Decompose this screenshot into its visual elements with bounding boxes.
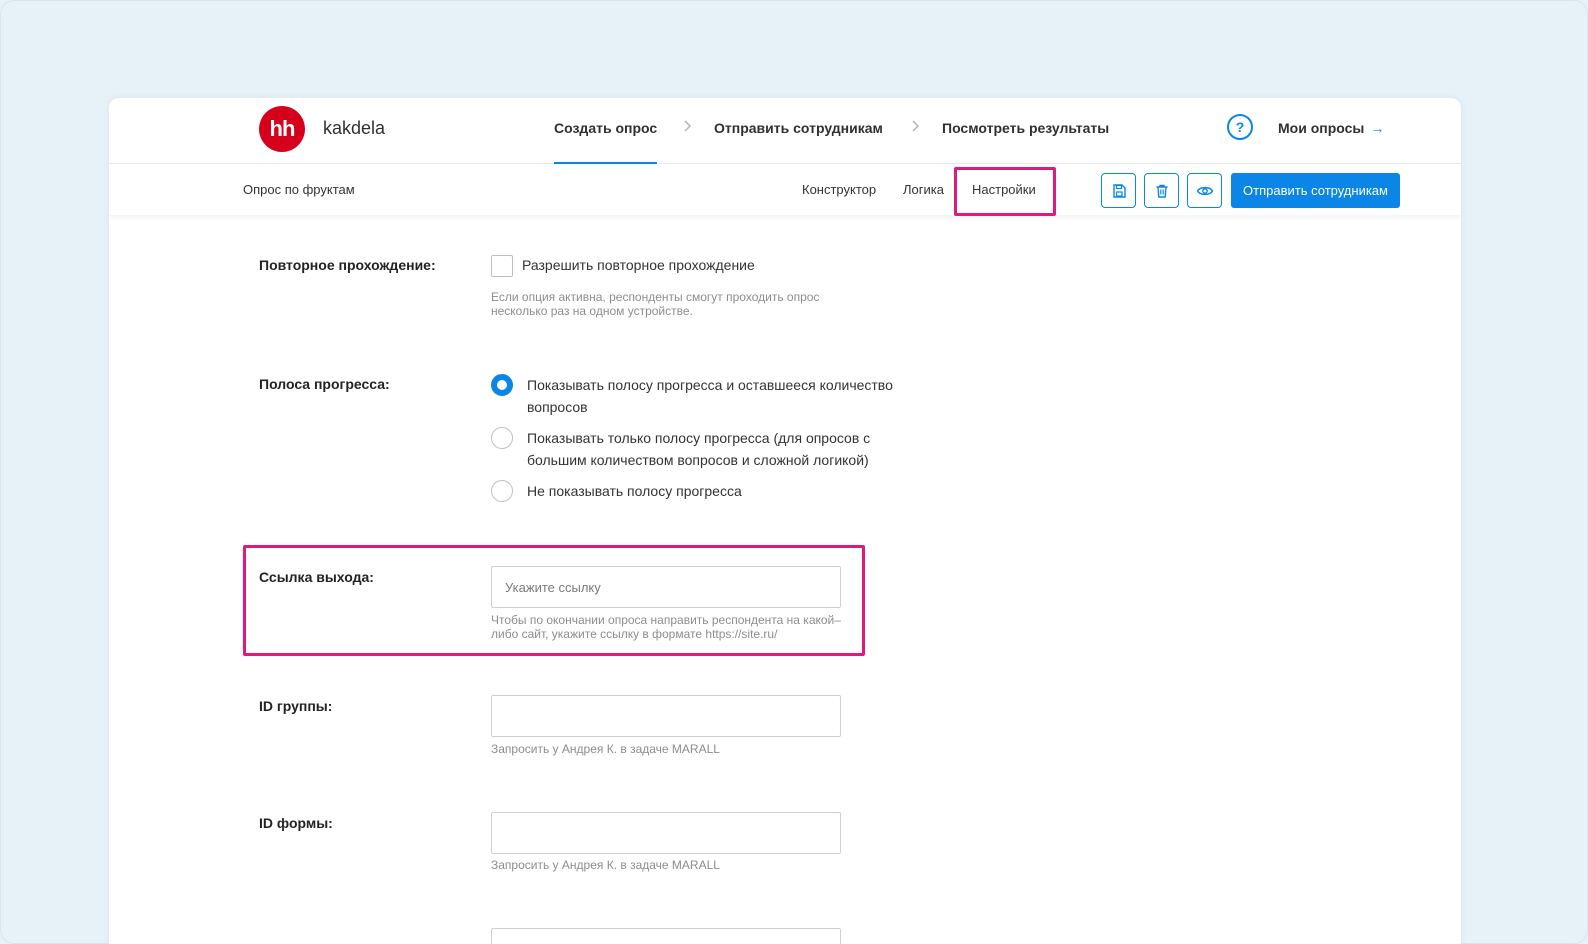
exit-link-hint: Чтобы по окончании опроса направить респ… [491, 613, 841, 641]
chevron-right-icon [684, 120, 692, 132]
step-view-results[interactable]: Посмотреть результаты [942, 120, 1109, 136]
step-send-to-employees[interactable]: Отправить сотрудникам [714, 120, 883, 136]
tab-constructor[interactable]: Конструктор [802, 182, 876, 197]
arrow-right-icon: → [1370, 120, 1385, 136]
repeat-checkbox-label[interactable]: Разрешить повторное прохождение [522, 254, 755, 276]
send-to-employees-button[interactable]: Отправить сотрудникам [1231, 173, 1400, 208]
trash-icon [1156, 184, 1167, 198]
eye-icon [1196, 186, 1213, 195]
next-field-input[interactable] [491, 928, 841, 944]
preview-button[interactable] [1187, 173, 1222, 208]
tab-logic[interactable]: Логика [903, 182, 944, 197]
progress-option-full[interactable]: Показывать полосу прогресса и оставшееся… [527, 374, 927, 418]
highlight-settings-tab [954, 167, 1056, 216]
delete-button[interactable] [1144, 173, 1179, 208]
progress-option-hide[interactable]: Не показывать полосу прогресса [527, 480, 742, 502]
top-header: hh kakdela Создать опрос Отправить сотру… [109, 98, 1461, 164]
repeat-hint: Если опция активна, респонденты смогут п… [491, 290, 820, 318]
survey-title: Опрос по фруктам [243, 182, 355, 197]
repeat-checkbox[interactable] [491, 255, 513, 277]
save-icon [1112, 183, 1126, 198]
help-icon[interactable]: ? [1227, 114, 1253, 140]
group-id-input[interactable] [491, 695, 841, 737]
app-window: hh kakdela Создать опрос Отправить сотру… [109, 98, 1461, 944]
brand-name: kakdela [323, 118, 386, 138]
hh-logo[interactable]: hh [259, 106, 305, 152]
save-button[interactable] [1101, 173, 1136, 208]
group-id-label: ID группы: [259, 698, 333, 714]
form-id-input[interactable] [491, 812, 841, 854]
group-id-hint: Запросить у Андрея К. в задаче MARALL [491, 742, 720, 756]
step-create-survey[interactable]: Создать опрос [554, 120, 658, 164]
survey-toolbar: Опрос по фруктам Конструктор Логика Наст… [109, 165, 1461, 216]
progress-label: Полоса прогресса: [259, 376, 390, 392]
progress-option-bar-only[interactable]: Показывать только полосу прогресса (для … [527, 427, 907, 471]
progress-radio-full[interactable] [491, 374, 513, 396]
repeat-label: Повторное прохождение: [259, 257, 436, 273]
progress-radio-bar-only[interactable] [491, 427, 513, 449]
chevron-right-icon [912, 120, 920, 132]
exit-link-label: Ссылка выхода: [259, 569, 374, 585]
progress-radio-hide[interactable] [491, 480, 513, 502]
my-surveys-label: Мои опросы [1278, 120, 1365, 136]
form-id-hint: Запросить у Андрея К. в задаче MARALL [491, 858, 720, 872]
form-id-label: ID формы: [259, 815, 333, 831]
my-surveys-link[interactable]: Мои опросы → [1278, 120, 1384, 136]
exit-link-input[interactable] [491, 566, 841, 608]
